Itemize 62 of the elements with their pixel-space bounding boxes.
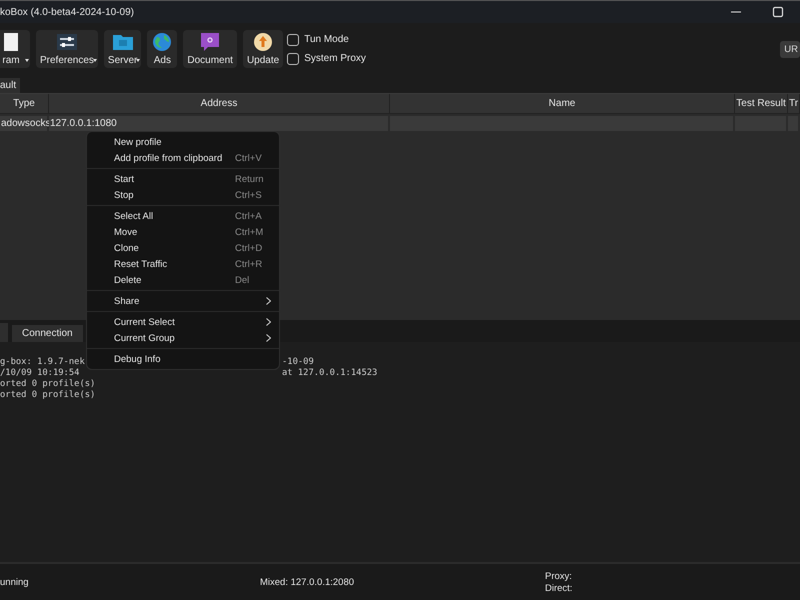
log-text: -10-09 <box>282 357 315 368</box>
menu-item[interactable]: Share <box>87 293 279 309</box>
table-cell[interactable]: 127.0.0.1:1080 <box>49 116 388 130</box>
table-cell[interactable]: adowsocks <box>0 116 47 130</box>
menu-item[interactable]: Move Ctrl+M <box>87 224 279 240</box>
log-text: orted 0 profile(s) <box>0 390 96 401</box>
toolbar-button[interactable]: Document <box>183 30 237 68</box>
log-text: at 127.0.0.1:14523 <box>282 368 378 379</box>
window-title: koBox (4.0-beta4-2024-10-09) <box>0 6 135 18</box>
toolbar-button[interactable]: Update <box>242 30 284 68</box>
toolbar-button[interactable]: Preferences <box>36 30 98 68</box>
shortcut-text: Ctrl+A <box>235 210 263 222</box>
status-text: unning <box>0 576 30 588</box>
shortcut-text: Ctrl+M <box>235 226 264 238</box>
chevron-right-icon <box>266 297 271 305</box>
menu-item[interactable]: Select All Ctrl+A <box>87 208 279 224</box>
update-icon <box>252 32 274 52</box>
status-text: Mixed: 127.0.0.1:2080 <box>260 576 356 588</box>
log-text: g-box: 1.9.7-nek <box>0 357 85 368</box>
column-header[interactable]: Test Result <box>735 94 788 113</box>
folder-icon <box>112 32 134 52</box>
shortcut-text: Del <box>235 274 250 286</box>
shortcut-text: Ctrl+R <box>235 258 264 270</box>
column-header[interactable]: Tr <box>788 94 800 113</box>
column-header[interactable]: Type <box>0 94 49 113</box>
status-text: Direct: <box>545 582 574 594</box>
menu-item[interactable]: New profile <box>87 134 279 150</box>
shortcut-text: Return <box>235 174 265 184</box>
toolbar-button[interactable]: ram <box>0 30 30 68</box>
shortcut-text: Ctrl+V <box>235 152 263 164</box>
table-cell[interactable] <box>788 116 798 130</box>
shortcut-text: Ctrl+S <box>235 190 263 200</box>
sliders-icon <box>56 32 78 52</box>
menu-item[interactable]: Debug Info <box>87 351 279 367</box>
menu-item[interactable]: Delete Del <box>87 272 279 288</box>
menu-item[interactable]: Start Return <box>87 171 279 187</box>
globe-icon <box>151 32 174 52</box>
column-header[interactable]: Address <box>49 94 390 113</box>
url-button[interactable]: UR <box>780 40 800 58</box>
checkbox[interactable] <box>287 34 300 46</box>
toolbar-button[interactable]: Server <box>104 30 142 68</box>
column-header[interactable]: Name <box>390 94 735 113</box>
log-text: orted 0 profile(s) <box>0 379 96 390</box>
status-text: Proxy: <box>545 570 573 582</box>
menu-item[interactable]: Clone Ctrl+D <box>87 240 279 256</box>
table-cell[interactable] <box>735 116 786 130</box>
shortcut-text: Ctrl+D <box>235 242 264 254</box>
menu-item[interactable]: Stop Ctrl+S <box>87 187 279 203</box>
checkbox-label: System Proxy <box>304 53 366 64</box>
menu-item[interactable]: Add profile from clipboard Ctrl+V <box>87 150 279 166</box>
menu-item[interactable]: Reset Traffic Ctrl+R <box>87 256 279 272</box>
log-text: /10/09 10:19:54 <box>0 368 80 379</box>
help-icon <box>199 32 222 52</box>
group-tab[interactable]: ault <box>0 78 20 93</box>
toolbar-button[interactable]: Ads <box>147 30 178 68</box>
checkbox-label: Tun Mode <box>304 34 349 45</box>
menu-item[interactable]: Current Group <box>87 330 279 346</box>
table-cell[interactable] <box>390 116 733 130</box>
checkbox[interactable] <box>287 52 300 64</box>
maximize-icon[interactable] <box>772 6 784 18</box>
log-tab[interactable]: Connection <box>12 325 83 342</box>
menu-item[interactable]: Current Select <box>87 314 279 330</box>
